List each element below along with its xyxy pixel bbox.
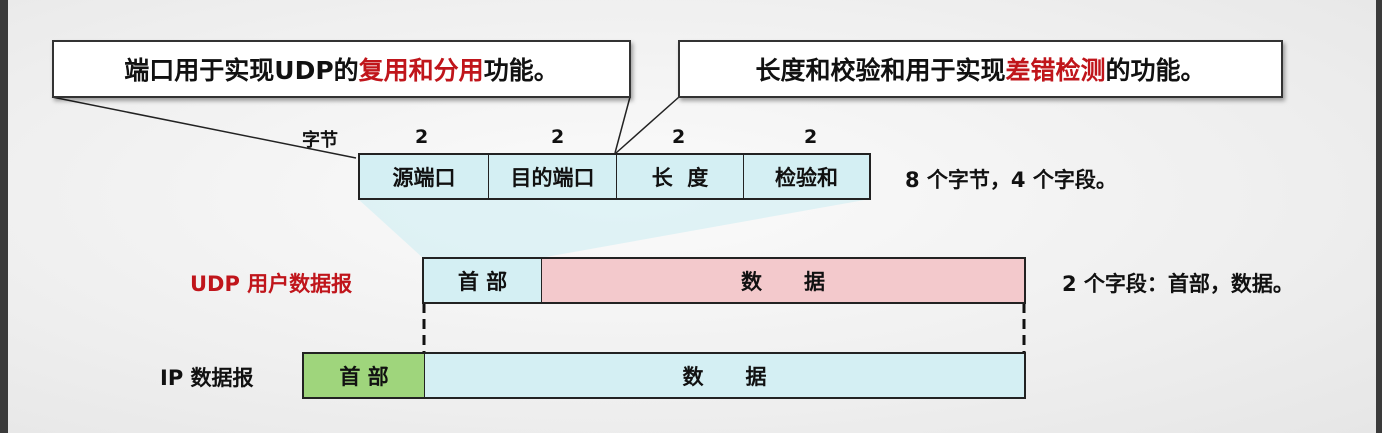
callout-text: 端口用于实现UDP的 [124, 56, 359, 85]
field-length: 长 度 [617, 155, 744, 198]
field-size: 2 [551, 126, 565, 148]
udp-datagram-summary: 2 个字段：首部，数据。 [1062, 272, 1294, 296]
field-size: 2 [415, 126, 429, 148]
callout-text: 功能。 [483, 56, 559, 85]
field-size: 2 [804, 126, 818, 148]
udp-header-summary: 8 个字节，4 个字段。 [905, 168, 1117, 192]
field-destination-port: 目的端口 [489, 155, 617, 198]
callout-highlight: 复用和分用 [358, 56, 484, 85]
callout-text: 的功能。 [1105, 56, 1206, 85]
expansion-funnel [358, 199, 870, 258]
callout-length-checksum: 长度和校验和用于实现 差错检测 的功能。 [678, 40, 1283, 98]
callout-port: 端口用于实现UDP的 复用和分用 功能。 [52, 40, 631, 98]
udp-header: 首 部 [424, 259, 542, 302]
udp-datagram-label: UDP 用户数据报 [190, 272, 353, 296]
udp-header-fields: 源端口 目的端口 长 度 检验和 [358, 153, 871, 200]
bytes-label: 字节 [302, 130, 338, 151]
ip-datagram-label: IP 数据报 [160, 366, 254, 390]
field-size: 2 [672, 126, 686, 148]
callout-length-pointer [615, 96, 680, 154]
callout-port-pointer-right [614, 96, 631, 154]
field-source-port: 源端口 [360, 155, 489, 198]
field-checksum: 检验和 [775, 165, 838, 190]
callout-highlight: 差错检测 [1005, 56, 1106, 85]
callout-text: 长度和校验和用于实现 [755, 56, 1006, 85]
ip-datagram: 首 部 数 据 [302, 352, 1026, 399]
udp-data: 数 据 [542, 259, 1024, 302]
ip-header: 首 部 [304, 354, 425, 397]
udp-datagram: 首 部 数 据 [422, 257, 1026, 304]
ip-data: 数 据 [425, 354, 1024, 397]
